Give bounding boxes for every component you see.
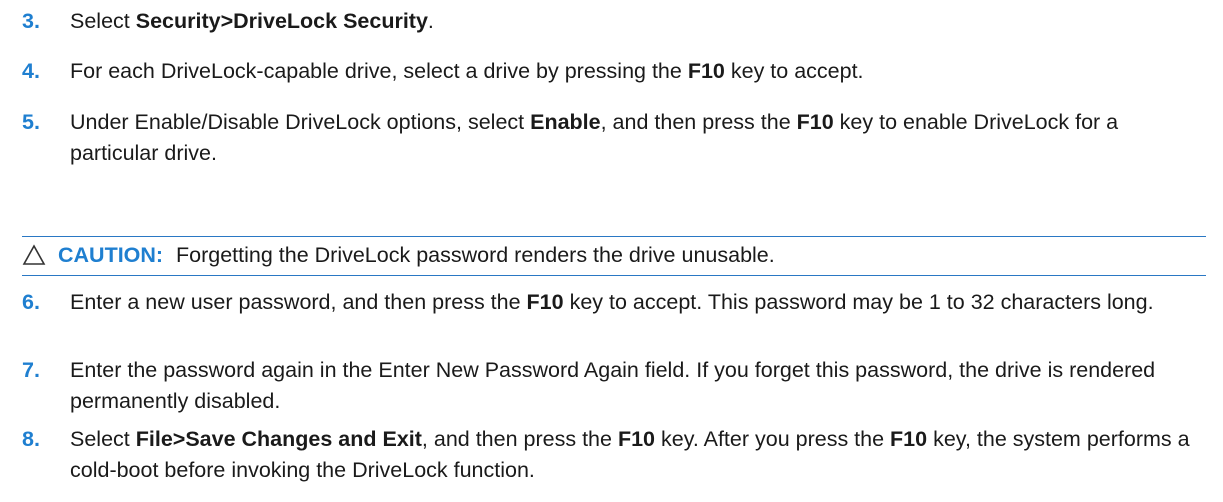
text-run: Select — [70, 427, 136, 451]
step-number: 5. — [22, 110, 40, 134]
caution-box: CAUTION: Forgetting the DriveLock passwo… — [22, 236, 1206, 276]
caution-triangle-icon — [22, 244, 46, 265]
text-run: key to accept. This password may be 1 to… — [563, 290, 1154, 314]
step-text: Select Security>DriveLock Security. — [70, 6, 1190, 37]
bold-term: File>Save Changes and Exit — [135, 427, 422, 451]
text-run: For each DriveLock-capable drive, select… — [70, 59, 688, 83]
text-run: Under Enable/Disable DriveLock options, … — [70, 110, 531, 134]
step-6: 6. Enter a new user password, and then p… — [22, 287, 1202, 318]
step-number: 6. — [22, 290, 40, 314]
bold-term: F10 — [687, 59, 725, 83]
step-text: For each DriveLock-capable drive, select… — [70, 56, 1190, 87]
bold-term: Security>DriveLock Security — [135, 9, 428, 33]
text-run: Select — [70, 9, 136, 33]
bold-term: F10 — [526, 290, 564, 314]
document-page: 3. Select Security>DriveLock Security. 4… — [0, 0, 1223, 502]
step-7: 7. Enter the password again in the Enter… — [22, 355, 1202, 417]
step-number: 7. — [22, 358, 40, 382]
text-run: , and then press the — [600, 110, 797, 134]
text-run: Enter the password again in the Enter Ne… — [70, 358, 1156, 413]
text-run: key to accept. — [724, 59, 864, 83]
text-run: Enter a new user password, and then pres… — [70, 290, 527, 314]
caution-label: CAUTION: — [58, 243, 164, 267]
text-run: , and then press the — [421, 427, 618, 451]
bold-term: F10 — [796, 110, 834, 134]
caution-text: Forgetting the DriveLock password render… — [176, 243, 775, 267]
step-number: 3. — [22, 9, 40, 33]
step-number: 8. — [22, 427, 40, 451]
step-3: 3. Select Security>DriveLock Security. — [22, 6, 1202, 37]
text-run: key. After you press the — [655, 427, 891, 451]
bold-term: F10 — [617, 427, 656, 451]
step-text: Select File>Save Changes and Exit, and t… — [70, 424, 1190, 486]
step-text: Under Enable/Disable DriveLock options, … — [70, 107, 1190, 169]
text-run: . — [427, 9, 434, 33]
bold-term: F10 — [890, 427, 928, 451]
step-number: 4. — [22, 59, 40, 83]
step-text: Enter the password again in the Enter Ne… — [70, 355, 1190, 417]
step-text: Enter a new user password, and then pres… — [70, 287, 1190, 318]
step-5: 5. Under Enable/Disable DriveLock option… — [22, 107, 1202, 169]
step-8: 8. Select File>Save Changes and Exit, an… — [22, 424, 1202, 486]
step-4: 4. For each DriveLock-capable drive, sel… — [22, 56, 1202, 87]
bold-term: Enable — [530, 110, 601, 134]
